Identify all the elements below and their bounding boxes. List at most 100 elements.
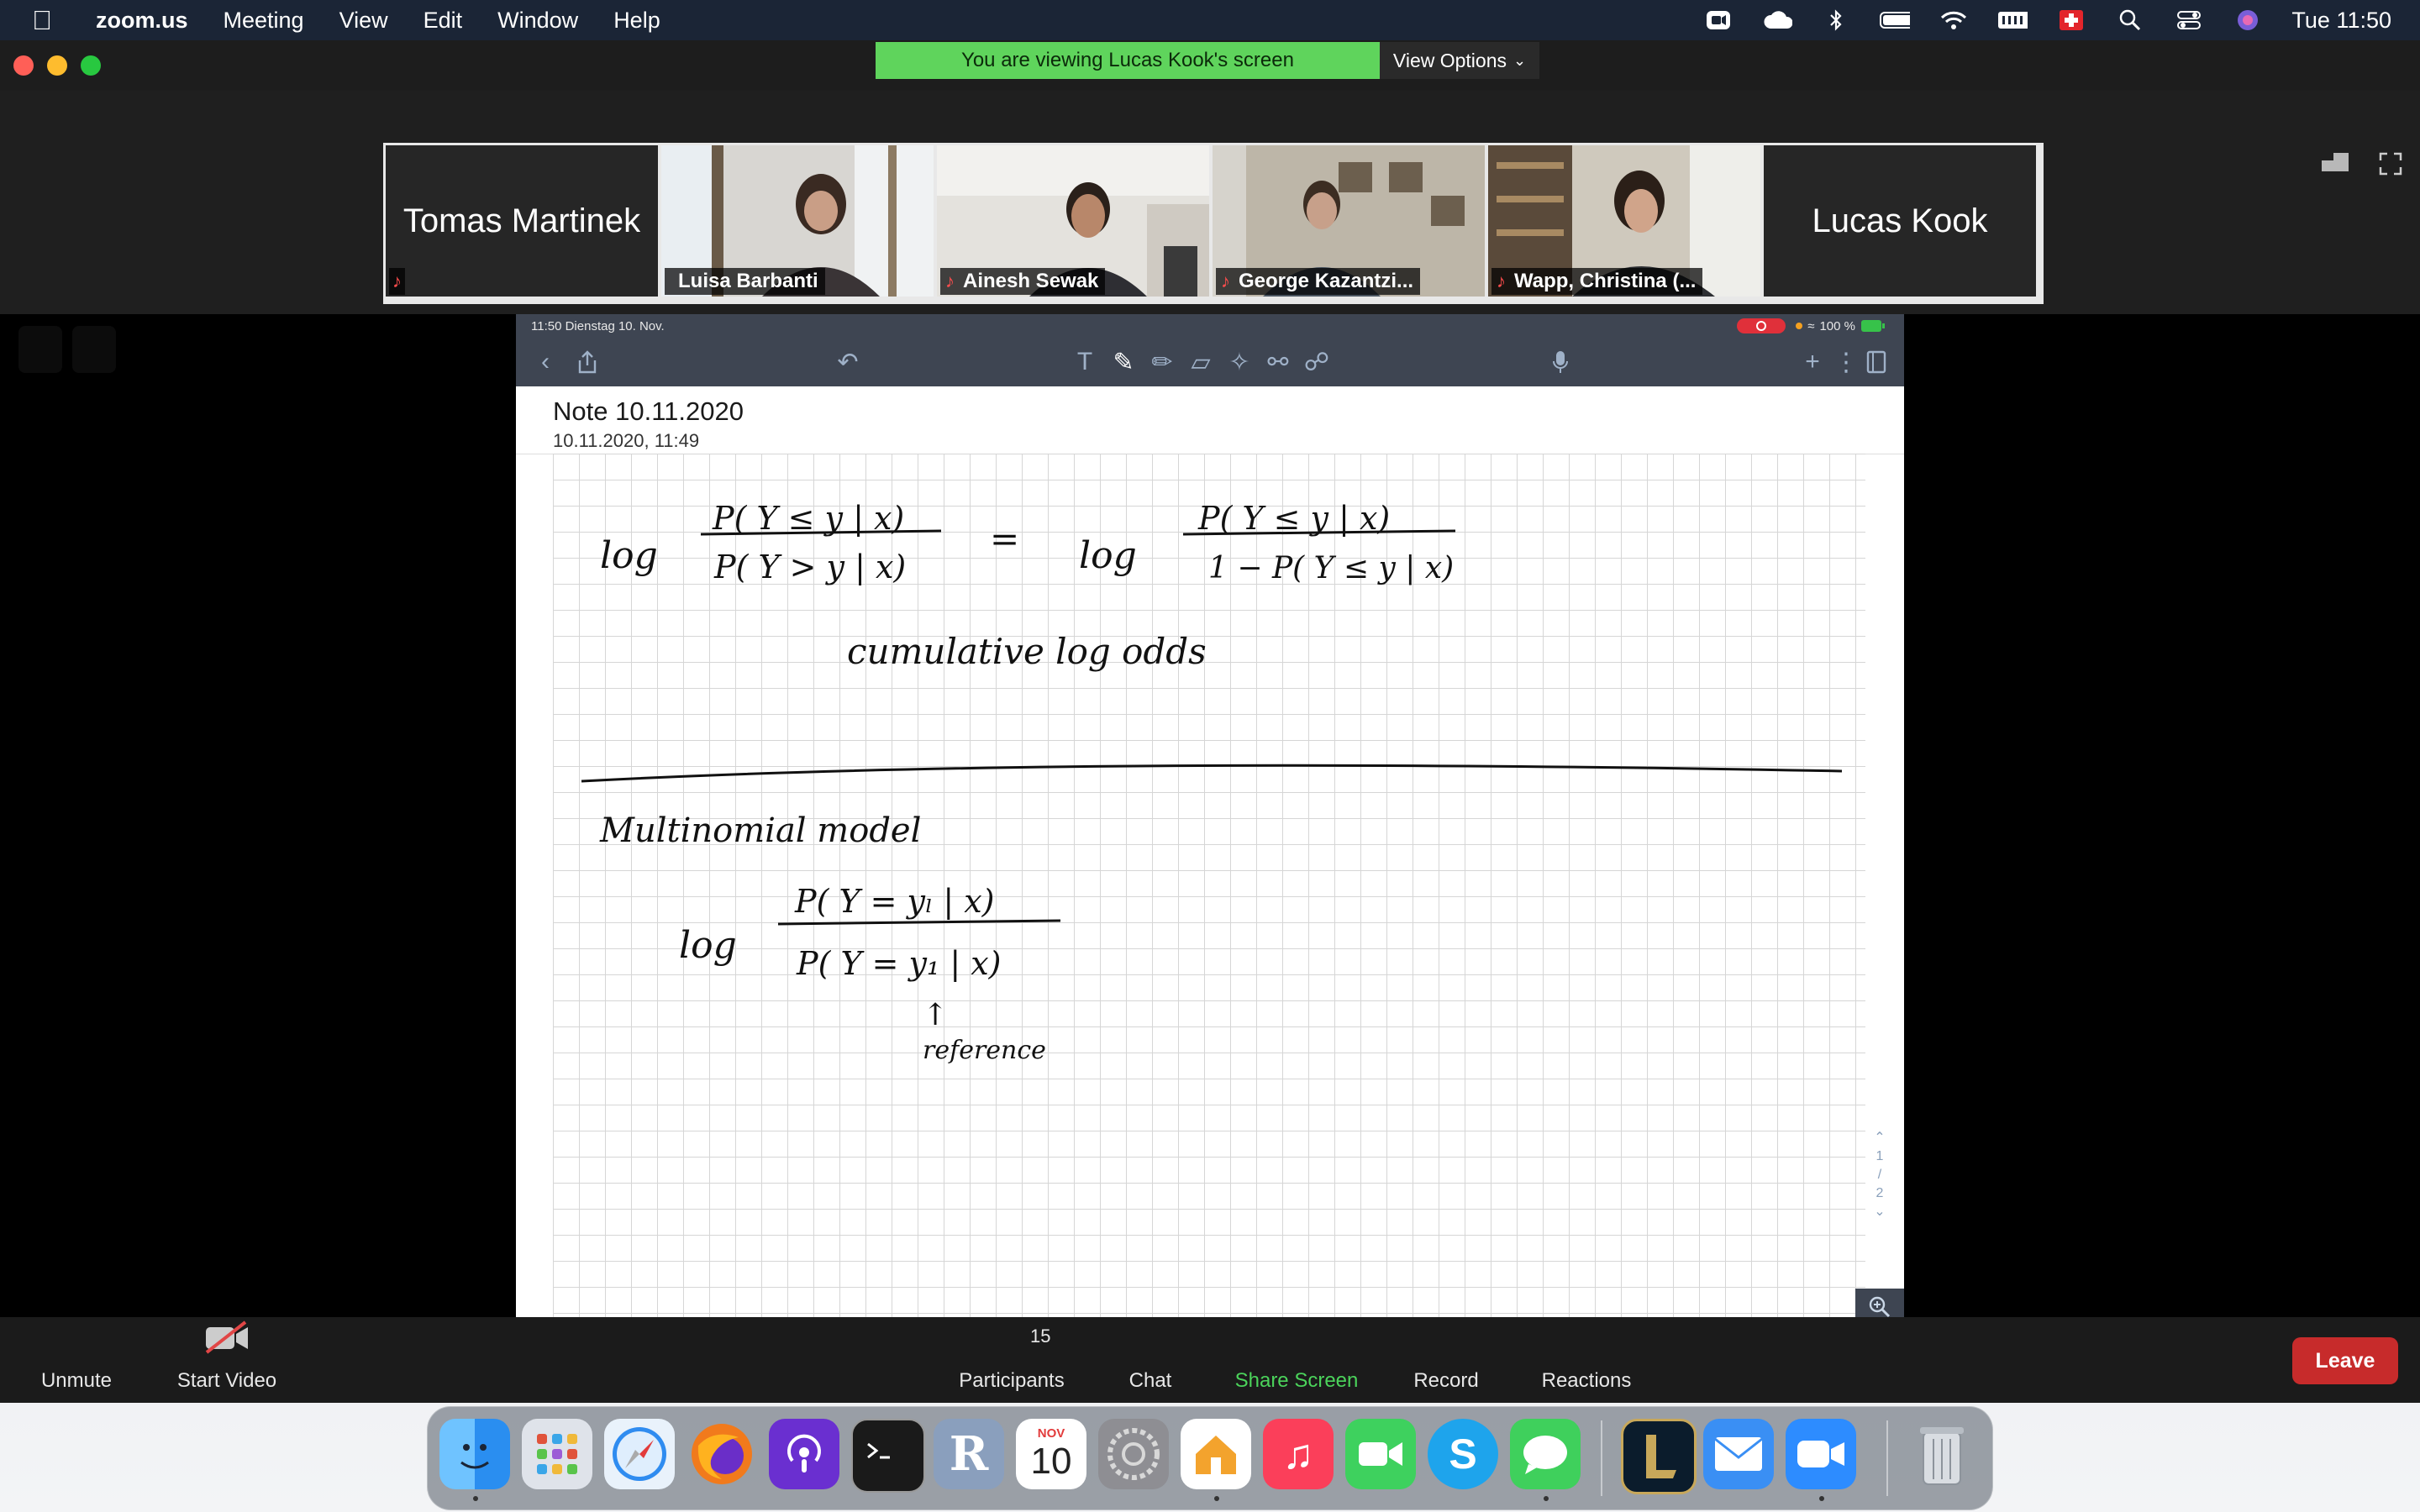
chevron-up-icon[interactable]: ⌃ (1867, 1129, 1892, 1147)
podcasts-icon[interactable] (769, 1419, 839, 1489)
reactions-button[interactable]: Reactions (1536, 1317, 1637, 1403)
note-date: 10.11.2020, 11:49 (553, 430, 700, 451)
unmute-label: Unmute (40, 1369, 113, 1392)
window-close-button[interactable] (13, 55, 34, 76)
expand-icon[interactable] (2378, 151, 2408, 176)
participant-tile[interactable]: Tomas Martinek ♪ (386, 145, 658, 297)
mail-icon[interactable] (1703, 1419, 1774, 1489)
record-label: Record (1413, 1369, 1479, 1392)
trash-icon[interactable] (1907, 1419, 1977, 1489)
more-options-icon[interactable]: ⋮ (1832, 348, 1860, 376)
share-screen-button[interactable]: Share Screen (1228, 1317, 1365, 1403)
zoom-status-icon[interactable] (1703, 10, 1733, 30)
page-indicator[interactable]: ⌃ 1 / 2 ⌄ (1867, 1129, 1892, 1221)
menu-clock[interactable]: Tue 11:50 (2291, 8, 2391, 34)
skype-icon[interactable]: S (1428, 1419, 1498, 1489)
wifi-icon[interactable] (1939, 10, 1969, 30)
record-button[interactable]: Record (1408, 1317, 1484, 1403)
notes-toolbar: ‹ ↶ T ✎ ✏ ▱ ✧ ⚯ ☍ + ⋮ (516, 338, 1904, 386)
microphone-icon[interactable] (1546, 348, 1575, 376)
calendar-month: NOV (1037, 1425, 1065, 1441)
note-title[interactable]: Note 10.11.2020 (553, 396, 744, 427)
spotlight-search-icon[interactable] (2115, 9, 2145, 31)
elements-icon[interactable]: ☍ (1302, 348, 1331, 376)
back-icon[interactable]: ‹ (531, 348, 560, 376)
eraser-icon[interactable]: ▱ (1186, 348, 1215, 376)
highlighter-icon[interactable]: ✏ (1148, 348, 1176, 376)
orange-dot-icon (1796, 323, 1803, 329)
calendar-icon[interactable]: NOV 10 (1016, 1419, 1086, 1489)
swiss-flag-icon[interactable] (2056, 10, 2086, 30)
firefox-icon[interactable] (687, 1419, 757, 1489)
add-page-icon[interactable]: + (1798, 348, 1827, 376)
participants-button[interactable]: Participants (950, 1317, 1074, 1403)
participant-tile[interactable]: ♪ George Kazantzi... (1213, 145, 1485, 297)
menu-window[interactable]: Window (497, 8, 578, 34)
participant-tile[interactable]: Lucas Kook (1764, 145, 2036, 297)
leave-button[interactable]: Leave (2292, 1337, 2398, 1384)
control-center-icon[interactable] (2174, 10, 2204, 30)
chat-button[interactable]: Chat (1121, 1317, 1180, 1403)
shared-screen[interactable]: 11:50 Dienstag 10. Nov. ≈ 100 % ‹ ↶ T ✎ … (516, 314, 1904, 1356)
menu-view[interactable]: View (339, 8, 388, 34)
muted-mic-icon: ♪ (945, 270, 955, 291)
gallery-layout-icon[interactable] (2321, 151, 2351, 176)
view-options-button[interactable]: View Options ⌄ (1380, 42, 1539, 79)
page-divider: / (1877, 1168, 1882, 1182)
system-preferences-icon[interactable] (1098, 1419, 1169, 1489)
cloud-icon[interactable] (1762, 10, 1793, 30)
text-tool-icon[interactable]: T (1071, 348, 1099, 376)
participant-tile[interactable]: ♪ Ainesh Sewak (937, 145, 1209, 297)
battery-percent: 100 % (1819, 318, 1855, 333)
calendar-day: 10 (1030, 1440, 1072, 1482)
unmute-button[interactable]: Unmute (34, 1317, 119, 1403)
participants-label: Participants (959, 1369, 1065, 1392)
battery-icon[interactable] (1880, 10, 1911, 30)
menu-app-name[interactable]: zoom.us (96, 8, 188, 34)
participant-tile[interactable]: ♪ Wapp, Christina (... (1488, 145, 1760, 297)
chevron-down-icon[interactable]: ⌄ (1867, 1203, 1892, 1221)
undo-icon[interactable]: ↶ (834, 348, 862, 376)
log-label: log (600, 534, 658, 577)
messages-icon[interactable] (1510, 1419, 1581, 1489)
page-number: 1 (1876, 1149, 1884, 1163)
participant-name: Lucas Kook (1812, 202, 1988, 239)
facetime-icon[interactable] (1345, 1419, 1416, 1489)
finder-icon[interactable] (439, 1419, 510, 1489)
start-video-button[interactable]: Start Video (165, 1317, 289, 1403)
menu-meeting[interactable]: Meeting (224, 8, 304, 34)
cumulative-log-odds-label: cumulative log odds (847, 631, 1207, 672)
recording-indicator-icon (1737, 318, 1786, 333)
window-minimize-button[interactable] (47, 55, 67, 76)
siri-icon[interactable] (2233, 10, 2263, 30)
multinomial-model-label: Multinomial model (599, 811, 921, 850)
home-icon[interactable] (1181, 1419, 1251, 1489)
participant-tile[interactable]: Luisa Barbanti (661, 145, 934, 297)
participant-name: Wapp, Christina (... (1514, 270, 1697, 292)
launchpad-icon[interactable] (522, 1419, 592, 1489)
r-icon[interactable]: R (934, 1419, 1004, 1489)
page-view-icon[interactable] (1862, 348, 1891, 376)
menu-help[interactable]: Help (613, 8, 660, 34)
equals-sign: = (990, 518, 1019, 559)
grid-paper[interactable]: log P( Y ≤ y | x) P( Y > y | x) = log P(… (553, 454, 1865, 1356)
terminal-icon[interactable] (851, 1419, 925, 1493)
safari-icon[interactable] (604, 1419, 675, 1489)
league-icon[interactable] (1621, 1419, 1697, 1494)
bluetooth-icon[interactable] (1821, 9, 1851, 31)
participant-name: Tomas Martinek (402, 202, 641, 239)
ipad-status-bar: 11:50 Dienstag 10. Nov. ≈ 100 % (516, 314, 1904, 338)
zoom-icon[interactable] (1786, 1419, 1856, 1489)
keyboard-input-icon[interactable] (1997, 10, 2028, 30)
apple-icon[interactable]:  (32, 5, 66, 36)
dock: R NOV 10 ♫ S (427, 1406, 1993, 1510)
meeting-controls: Unmute Start Video 15 Participants Chat … (0, 1317, 2420, 1403)
share-icon[interactable] (573, 348, 602, 376)
menu-edit[interactable]: Edit (424, 8, 463, 34)
lasso-icon[interactable]: ✧ (1225, 348, 1254, 376)
pen-tool-icon[interactable]: ✎ (1109, 348, 1138, 376)
skype-letter: S (1449, 1431, 1477, 1478)
window-fullscreen-button[interactable] (81, 55, 101, 76)
music-icon[interactable]: ♫ (1263, 1419, 1334, 1489)
shapes-icon[interactable]: ⚯ (1264, 348, 1292, 376)
